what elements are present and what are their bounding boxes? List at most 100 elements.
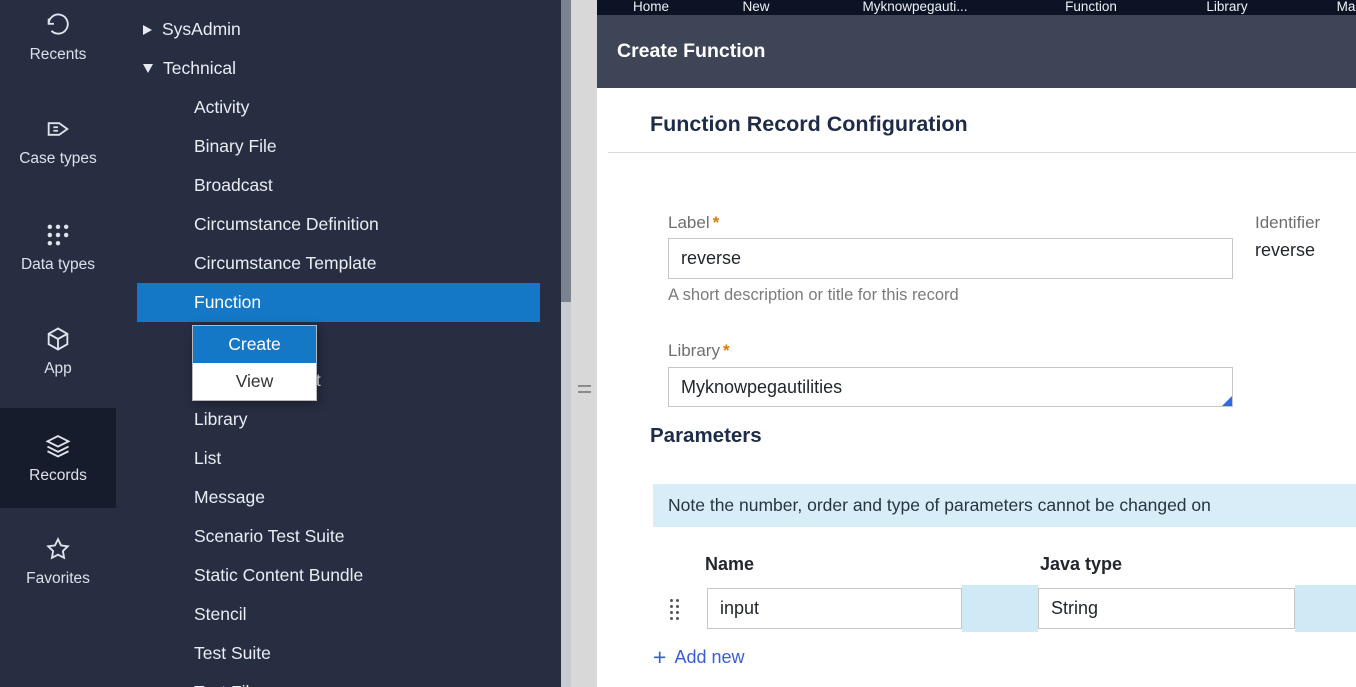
rail-item-label: Favorites — [26, 570, 90, 587]
tree-item-label: Broadcast — [194, 175, 273, 195]
tree-item[interactable]: Library — [116, 400, 561, 439]
menu-item-label: View — [235, 371, 274, 391]
tree-item[interactable]: Scenario Test Suite — [116, 517, 561, 556]
collapse-icon[interactable] — [143, 24, 152, 35]
param-name-wrap — [707, 588, 962, 629]
tree-item[interactable]: Circumstance Template — [116, 244, 561, 283]
rail-item-recents[interactable]: Recents — [0, 10, 116, 80]
tree-item[interactable]: Text File — [116, 673, 561, 687]
menu-item-label: Create — [228, 334, 281, 354]
tree-item[interactable]: Stencil — [116, 595, 561, 634]
tree-item-technical[interactable]: Technical — [116, 49, 561, 88]
tree-item[interactable]: Circumstance Definition — [116, 205, 561, 244]
tab-bar: Home New Myknowpegauti... Function Libra… — [597, 0, 1356, 15]
tree-item[interactable]: Broadcast — [116, 166, 561, 205]
label-field-label: Label * — [668, 213, 719, 233]
rail-item-label: App — [44, 360, 72, 377]
tree-item[interactable]: Function Alias — [116, 322, 561, 361]
row-cell-spacer — [962, 585, 1038, 632]
add-icon: + — [653, 644, 667, 670]
tree-item-label: Scenario Test Suite — [194, 526, 345, 546]
rail-item-case-types[interactable]: Case types — [0, 114, 116, 184]
favorites-icon — [43, 534, 73, 564]
tab-clipped[interactable]: Ma — [1337, 0, 1356, 15]
column-header-java-type: Java type — [1040, 554, 1123, 574]
param-java-type-input[interactable] — [1038, 588, 1295, 629]
tree-item-function[interactable]: Function — [137, 283, 540, 322]
dialog-header: Create Function — [597, 15, 1356, 88]
required-marker: * — [712, 213, 720, 232]
tree-item[interactable]: Activity — [116, 88, 561, 127]
data-types-icon — [43, 220, 73, 250]
autocomplete-corner-icon — [1222, 396, 1232, 406]
param-java-type-wrap — [1038, 588, 1295, 629]
tree-item-label: List — [194, 448, 222, 468]
label-input[interactable] — [668, 238, 1233, 279]
tree-item-label: Circumstance Definition — [194, 214, 379, 234]
tree-item[interactable]: Message — [116, 478, 561, 517]
tree-item-label: Library — [194, 409, 248, 429]
panel-splitter[interactable] — [571, 0, 597, 687]
tree-item-label: Binary File — [194, 136, 277, 156]
context-menu-view[interactable]: View — [193, 363, 316, 400]
tree-item-label: Message — [194, 487, 266, 507]
tree-item-label: SysAdmin — [162, 19, 241, 39]
tree-item-label: Text File — [194, 682, 259, 687]
tab-home[interactable]: Home — [633, 0, 669, 15]
rail-item-label: Recents — [29, 46, 87, 63]
library-input[interactable] — [668, 367, 1233, 407]
identifier-label: Identifier — [1255, 213, 1321, 232]
rail-item-label: Records — [29, 467, 87, 484]
tree-item-sysadmin[interactable]: SysAdmin — [116, 10, 561, 49]
context-menu-create[interactable]: Create — [193, 326, 316, 363]
label-input-wrap — [668, 238, 1233, 279]
add-new-label: Add new — [674, 647, 745, 667]
tree-scrollbar-track[interactable] — [561, 0, 571, 687]
tree-item-label: Technical — [163, 58, 236, 78]
label-help-text: A short description or title for this re… — [668, 286, 959, 304]
tab-new[interactable]: New — [742, 0, 769, 15]
rail-item-data-types[interactable]: Data types — [0, 220, 116, 290]
tree-item-label: Stencil — [194, 604, 247, 624]
row-cell-spacer — [1295, 585, 1356, 632]
tree-item[interactable]: HTML Fragment — [116, 361, 561, 400]
required-marker: * — [722, 341, 730, 360]
tree-item[interactable]: Binary File — [116, 127, 561, 166]
tab-function[interactable]: Function — [1065, 0, 1117, 15]
rail-item-app[interactable]: App — [0, 324, 116, 394]
field-label-text: Library — [668, 341, 720, 360]
tree-item-label: Static Content Bundle — [194, 565, 364, 585]
tree-item[interactable]: Static Content Bundle — [116, 556, 561, 595]
rail-item-label: Data types — [20, 256, 96, 273]
recents-icon — [43, 10, 73, 40]
param-name-input[interactable] — [707, 588, 962, 629]
parameters-title: Parameters — [650, 424, 762, 447]
context-menu: Create View — [192, 325, 317, 401]
rail-item-label: Case types — [19, 150, 97, 167]
expand-icon[interactable] — [143, 64, 153, 73]
add-new-link[interactable]: + Add new — [653, 646, 745, 669]
library-field-label: Library * — [668, 341, 730, 361]
tree-item-label: Circumstance Template — [194, 253, 377, 273]
field-label-text: Label — [668, 213, 710, 232]
main-area: Home New Myknowpegauti... Function Libra… — [597, 0, 1356, 687]
rail-item-records[interactable]: Records — [0, 408, 116, 508]
tab-library[interactable]: Library — [1206, 0, 1247, 15]
splitter-handle-icon[interactable] — [578, 385, 591, 393]
drag-handle-icon[interactable] — [670, 599, 681, 620]
tab-myknowpegautilities[interactable]: Myknowpegauti... — [862, 0, 967, 15]
records-explorer: SysAdmin Technical Activity Binary File … — [116, 0, 561, 687]
section-divider — [608, 152, 1356, 153]
tree-item-label: Activity — [194, 97, 250, 117]
records-icon — [43, 431, 73, 461]
tree-item[interactable]: List — [116, 439, 561, 478]
parameter-row — [597, 585, 1356, 632]
tree-item[interactable]: Test Suite — [116, 634, 561, 673]
tree-item-label: Test Suite — [194, 643, 271, 663]
parameters-note: Note the number, order and type of param… — [653, 484, 1356, 527]
dev-studio-window: Recents Case types Data types App Record… — [0, 0, 1356, 687]
rail-item-favorites[interactable]: Favorites — [0, 534, 116, 604]
tree-scrollbar-thumb[interactable] — [561, 0, 571, 302]
column-header-name: Name — [705, 554, 755, 574]
app-icon — [43, 324, 73, 354]
